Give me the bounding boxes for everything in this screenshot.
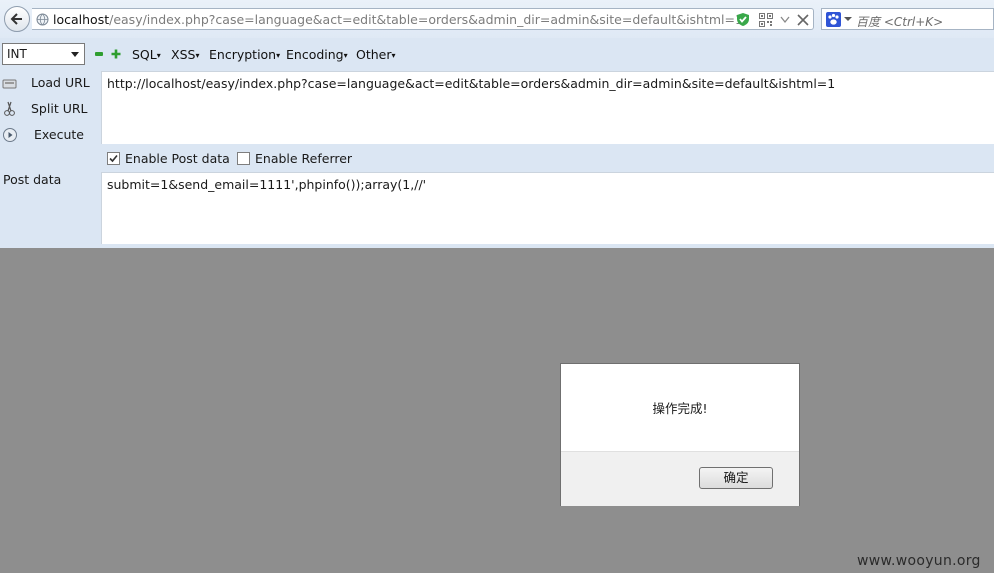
url-textarea-value: http://localhost/easy/index.php?case=lan…	[107, 76, 836, 91]
menu-caret-icon: ▾	[195, 51, 200, 60]
menu-xss-label: XSS	[171, 47, 196, 62]
increase-icon[interactable]	[111, 49, 121, 59]
globe-icon	[36, 13, 49, 26]
menu-sql-label: SQL	[132, 47, 157, 62]
enable-post-checkbox[interactable]: Enable Post data	[107, 151, 230, 167]
load-url-button[interactable]: Load URL	[0, 72, 98, 94]
enable-referrer-label: Enable Referrer	[255, 151, 353, 166]
post-data-label: Post data	[3, 172, 62, 187]
decrease-icon[interactable]	[95, 52, 103, 56]
menu-caret-icon: ▾	[156, 51, 161, 60]
menu-encoding-label: Encoding	[286, 47, 344, 62]
ok-button[interactable]: 确定	[699, 467, 773, 489]
address-path: /easy/index.php?case=language&act=edit&t…	[109, 12, 743, 27]
address-text: localhost/easy/index.php?case=language&a…	[53, 12, 743, 27]
scissors-icon	[4, 101, 15, 116]
search-engine-dropdown-icon[interactable]	[844, 15, 852, 23]
dropdown-arrow-icon[interactable]	[780, 12, 790, 26]
split-url-label: Split URL	[31, 101, 88, 116]
url-textarea[interactable]: http://localhost/easy/index.php?case=lan…	[101, 71, 994, 144]
post-data-value: submit=1&send_email=1111',phpinfo());arr…	[107, 177, 427, 192]
checkbox-box[interactable]	[237, 152, 250, 165]
dialog-footer: 确定	[561, 451, 799, 506]
browser-toolbar: localhost/easy/index.php?case=language&a…	[0, 0, 994, 39]
type-select-value: INT	[7, 47, 27, 61]
execute-play-icon	[3, 128, 17, 142]
alert-dialog: 操作完成! 确定	[560, 363, 800, 506]
checkmark-icon	[109, 154, 118, 163]
watermark: www.wooyun.org	[857, 553, 981, 569]
baidu-paw-icon[interactable]	[826, 12, 841, 27]
menu-caret-icon: ▾	[276, 51, 281, 60]
menu-sql[interactable]: SQL▾	[132, 47, 161, 62]
hackbar-panel: INT SQL▾ XSS▾ Encryption▾ Encoding▾ Othe…	[0, 38, 994, 248]
back-arrow-icon	[10, 13, 22, 25]
menu-encoding[interactable]: Encoding▾	[286, 47, 348, 62]
dialog-message: 操作完成!	[652, 401, 708, 416]
menu-xss[interactable]: XSS▾	[171, 47, 199, 62]
menu-other-label: Other	[356, 47, 392, 62]
menu-caret-icon: ▾	[343, 51, 348, 60]
chevron-down-icon	[71, 52, 79, 57]
load-url-icon	[2, 79, 17, 89]
split-url-button[interactable]: Split URL	[0, 98, 98, 120]
execute-button[interactable]: Execute	[0, 124, 98, 146]
shield-icon[interactable]	[736, 12, 750, 27]
menu-encryption-label: Encryption	[209, 47, 277, 62]
qr-code-icon[interactable]	[759, 13, 773, 27]
close-icon[interactable]	[796, 10, 810, 28]
type-select[interactable]: INT	[2, 43, 85, 65]
post-data-textarea[interactable]: submit=1&send_email=1111',phpinfo());arr…	[101, 172, 994, 244]
address-host: localhost	[53, 12, 110, 27]
menu-caret-icon: ▾	[391, 51, 396, 60]
checkbox-box[interactable]	[107, 152, 120, 165]
execute-label: Execute	[34, 127, 84, 142]
back-button[interactable]	[4, 6, 30, 32]
menu-encryption[interactable]: Encryption▾	[209, 47, 280, 62]
search-placeholder: 百度 <Ctrl+K>	[856, 15, 944, 29]
load-url-label: Load URL	[31, 75, 90, 90]
address-bar[interactable]: localhost/easy/index.php?case=language&a…	[32, 8, 814, 30]
search-box[interactable]: 百度 <Ctrl+K>	[821, 8, 994, 30]
menu-other[interactable]: Other▾	[356, 47, 396, 62]
enable-referrer-checkbox[interactable]: Enable Referrer	[237, 151, 357, 167]
enable-post-label: Enable Post data	[125, 151, 230, 166]
page-overlay	[0, 248, 994, 573]
